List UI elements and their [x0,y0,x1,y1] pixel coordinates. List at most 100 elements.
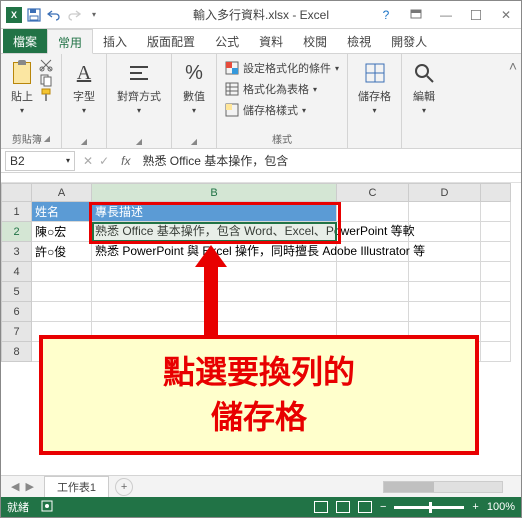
cell-c1[interactable] [337,202,409,222]
zoom-slider[interactable] [394,506,464,509]
font-button[interactable]: A 字型▾ [68,58,100,117]
group-alignment: 對齊方式▾ ◢ [107,54,172,148]
close-icon[interactable]: ✕ [491,3,521,27]
group-editing: 編輯▾ [402,54,446,148]
zoom-level[interactable]: 100% [487,501,515,513]
window-title: 輸入多行資料.xlsx - Excel [193,6,329,23]
tab-formulas[interactable]: 公式 [205,29,249,53]
row-header-2[interactable]: 2 [2,222,32,242]
cell-e2[interactable] [481,222,511,242]
alignment-button[interactable]: 對齊方式▾ [113,58,165,117]
cell-b1[interactable]: 專長描述 [92,202,337,222]
sheet-nav-prev-icon[interactable]: ◀ [11,480,19,493]
group-clipboard: 貼上 ▾ 剪貼簿◢ [1,54,62,148]
collapse-ribbon-icon[interactable]: ˄ [505,54,521,148]
redo-icon[interactable] [65,6,83,24]
fx-icon[interactable]: fx [117,154,134,168]
page-layout-view-icon[interactable] [336,501,350,513]
cell-b2[interactable]: 熟悉 Office 基本操作，包含 Word、Excel、PowerPoint … [92,222,337,242]
conditional-formatting-button[interactable]: 設定格式化的條件 ▾ [225,60,339,76]
format-painter-icon[interactable] [39,88,55,102]
cell-c2[interactable] [337,222,409,242]
format-as-table-button[interactable]: 格式化為表格 ▾ [225,81,339,97]
cut-icon[interactable] [39,58,55,72]
row-header-6[interactable]: 6 [2,302,32,322]
cell-e1[interactable] [481,202,511,222]
col-header-c[interactable]: C [337,184,409,202]
sheet-tab-1[interactable]: 工作表1 [44,476,109,497]
macro-record-icon[interactable] [41,500,53,515]
editing-button[interactable]: 編輯▾ [408,58,440,117]
zoom-in-icon[interactable]: + [472,501,478,513]
ribbon-display-icon[interactable] [401,3,431,27]
enter-formula-icon[interactable]: ✓ [99,154,109,168]
minimize-icon[interactable]: — [431,3,461,27]
col-header-a[interactable]: A [32,184,92,202]
undo-icon[interactable] [45,6,63,24]
paste-button[interactable]: 貼上 ▾ [7,58,37,117]
cell-styles-button[interactable]: 儲存格樣式 ▾ [225,102,339,118]
zoom-out-icon[interactable]: − [380,501,386,513]
new-sheet-button[interactable]: + [115,478,133,496]
percent-icon: % [182,60,206,86]
cell-d1[interactable] [409,202,481,222]
cell-a6[interactable] [32,302,92,322]
cell-a4[interactable] [32,262,92,282]
row-header-5[interactable]: 5 [2,282,32,302]
name-box[interactable]: B2▾ [5,151,75,171]
maximize-icon[interactable] [461,3,491,27]
worksheet-grid[interactable]: A B C D 1 姓名 專長描述 2 陳○宏 熟悉 Office 基本操作，包… [1,183,521,463]
help-icon[interactable]: ? [371,3,401,27]
cell-a1[interactable]: 姓名 [32,202,92,222]
row-header-1[interactable]: 1 [2,202,32,222]
cell-d3[interactable] [409,242,481,262]
sheet-nav-next-icon[interactable]: ▶ [25,480,33,493]
formula-bar-row: B2▾ ✕ ✓ fx [1,149,521,173]
row-header-3[interactable]: 3 [2,242,32,262]
status-bar: 就緒 − + 100% [1,497,521,517]
cell-a3[interactable]: 許○俊 [32,242,92,262]
name-box-dropdown-icon[interactable]: ▾ [66,156,70,165]
cell-d2[interactable] [409,222,481,242]
cell-a5[interactable] [32,282,92,302]
cell-e3[interactable] [481,242,511,262]
cancel-formula-icon[interactable]: ✕ [83,154,93,168]
col-header-d[interactable]: D [409,184,481,202]
col-header-e[interactable] [481,184,511,202]
cell-c3[interactable] [337,242,409,262]
align-launcher-icon[interactable]: ◢ [136,137,142,146]
formula-input[interactable] [138,151,517,171]
number-launcher-icon[interactable]: ◢ [191,137,197,146]
cell-styles-icon [225,103,239,117]
number-button[interactable]: % 數值▾ [178,58,210,117]
cell-styles-label: 儲存格樣式 [243,102,298,118]
row-header-8[interactable]: 8 [2,342,32,362]
cells-icon [363,60,387,86]
tab-layout[interactable]: 版面配置 [137,29,205,53]
normal-view-icon[interactable] [314,501,328,513]
excel-app-icon: X [5,6,23,24]
tab-developer[interactable]: 開發人 [381,29,437,53]
tab-review[interactable]: 校閱 [293,29,337,53]
sheet-tab-bar: ◀ ▶ 工作表1 + [1,475,521,497]
clipboard-launcher-icon[interactable]: ◢ [44,134,50,143]
tab-file[interactable]: 檔案 [3,29,47,53]
row-header-4[interactable]: 4 [2,262,32,282]
qat-dropdown-icon[interactable]: ▾ [85,6,103,24]
cells-button[interactable]: 儲存格▾ [354,58,395,117]
copy-icon[interactable] [39,73,55,87]
tab-view[interactable]: 檢視 [337,29,381,53]
font-launcher-icon[interactable]: ◢ [81,137,87,146]
cell-a2[interactable]: 陳○宏 [32,222,92,242]
horizontal-scrollbar[interactable] [383,481,503,493]
ribbon: 貼上 ▾ 剪貼簿◢ A 字型▾ ◢ 對齊方式▾ ◢ % 數值▾ ◢ [1,54,521,149]
row-header-7[interactable]: 7 [2,322,32,342]
tab-insert[interactable]: 插入 [93,29,137,53]
save-icon[interactable] [25,6,43,24]
page-break-view-icon[interactable] [358,501,372,513]
tab-home[interactable]: 常用 [47,29,93,54]
col-header-b[interactable]: B [92,184,337,202]
clipboard-group-label: 剪貼簿 [12,131,42,146]
select-all-corner[interactable] [2,184,32,202]
tab-data[interactable]: 資料 [249,29,293,53]
